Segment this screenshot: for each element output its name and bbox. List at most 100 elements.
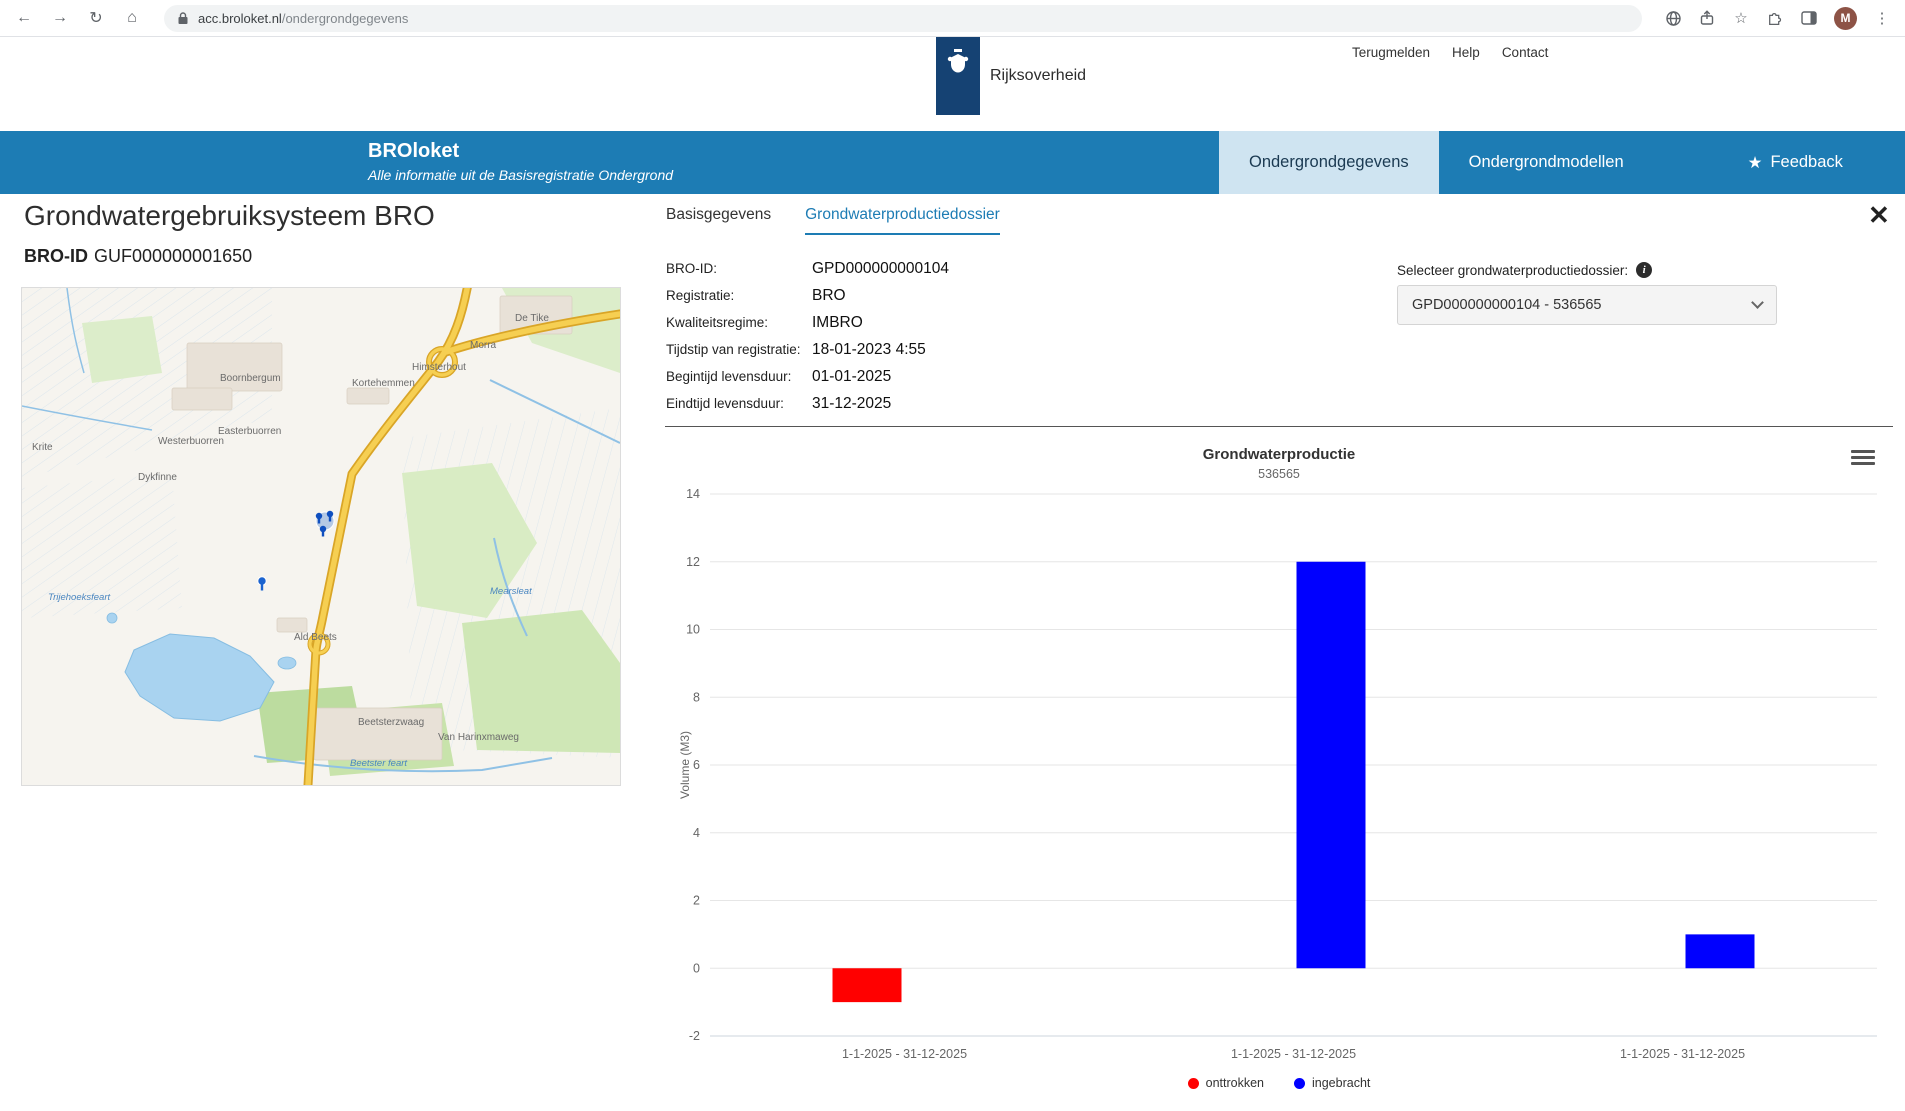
nav-item-label: Ondergrondmodellen <box>1469 153 1624 172</box>
browser-actions: ☆ M ⋮ <box>1664 7 1891 30</box>
extensions-icon[interactable] <box>1766 9 1784 27</box>
map-village-aldbeets <box>277 618 307 632</box>
map-village-kortehemmen <box>347 388 389 404</box>
nav-item-ondergrondmodellen[interactable]: Ondergrondmodellen <box>1439 131 1654 194</box>
field-row: BRO-ID: GPD000000000104 <box>666 255 949 282</box>
field-row: Tijdstip van registratie: 18-01-2023 4:5… <box>666 336 949 363</box>
field-value: IMBRO <box>812 314 863 332</box>
close-icon[interactable]: ✕ <box>1868 200 1890 231</box>
browser-menu-icon[interactable]: ⋮ <box>1873 9 1891 27</box>
y-tick-label: 0 <box>693 961 700 975</box>
map-pond <box>107 613 117 623</box>
field-label: Eindtijd levensduur: <box>666 396 812 411</box>
nav-item-ondergrondgegevens[interactable]: Ondergrondgegevens <box>1219 131 1439 194</box>
star-icon: ★ <box>1748 153 1763 173</box>
detail-fields: BRO-ID: GPD000000000104 Registratie: BRO… <box>666 255 949 417</box>
url-bar[interactable]: acc.broloket.nl/ondergrondgegevens <box>164 5 1642 32</box>
field-row: Kwaliteitsregime: IMBRO <box>666 309 949 336</box>
bro-id-label: BRO-ID <box>24 246 88 266</box>
rijksoverheid-wordmark: Rijksoverheid <box>990 67 1086 85</box>
legend-item-onttrokken[interactable]: onttrokken <box>1188 1076 1264 1090</box>
tab-grondwaterproductiedossier[interactable]: Grondwaterproductiedossier <box>805 206 1000 235</box>
field-value: BRO <box>812 287 846 305</box>
field-label: Kwaliteitsregime: <box>666 315 812 330</box>
bar-onttrokken[interactable] <box>833 968 902 1002</box>
field-label: Begintijd levensduur: <box>666 369 812 384</box>
dossier-select-value: GPD000000000104 - 536565 <box>1412 297 1601 313</box>
legend-item-ingebracht[interactable]: ingebracht <box>1294 1076 1370 1090</box>
field-row: Eindtijd levensduur: 31-12-2025 <box>666 390 949 417</box>
reload-icon[interactable]: ↻ <box>86 8 106 28</box>
site-header: Rijksoverheid Terugmelden Help Contact <box>0 37 1905 131</box>
nav-item-label: Ondergrondgegevens <box>1249 153 1409 172</box>
header-links: Terugmelden Help Contact <box>1352 45 1548 60</box>
brand-block[interactable]: BROloket Alle informatie uit de Basisreg… <box>368 140 673 183</box>
url-domain: acc.broloket.nl <box>198 11 282 26</box>
header-link-contact[interactable]: Contact <box>1502 45 1549 60</box>
info-icon[interactable]: i <box>1636 262 1652 278</box>
dossier-select-label: Selecteer grondwaterproductiedossier: i <box>1397 262 1652 278</box>
map-pond <box>278 657 296 669</box>
header-link-help[interactable]: Help <box>1452 45 1480 60</box>
rijksoverheid-logo <box>936 37 980 115</box>
forward-icon[interactable]: → <box>50 9 70 27</box>
url-path: /ondergrondgegevens <box>282 11 409 26</box>
map-village-beetsterzwaag <box>314 708 442 760</box>
map-label-water: Beetster feart <box>350 758 407 769</box>
panel-divider <box>665 426 1893 427</box>
nav-item-feedback[interactable]: ★ Feedback <box>1718 131 1873 194</box>
y-tick-label: 10 <box>686 623 700 637</box>
chart-export-menu-icon[interactable] <box>1851 450 1875 470</box>
bro-id-value: GUF000000001650 <box>94 246 252 266</box>
brand-tagline: Alle informatie uit de Basisregistratie … <box>368 167 673 183</box>
tab-basisgegevens[interactable]: Basisgegevens <box>666 206 771 235</box>
chart-legend: onttrokken ingebracht <box>665 1076 1893 1090</box>
map-canvas: De TikeMorraHimsterhoutKortehemmenBoornb… <box>22 288 620 785</box>
rijksoverheid-crest-icon <box>945 47 971 87</box>
legend-label: ingebracht <box>1312 1076 1370 1090</box>
map-label-place: Krite <box>32 442 53 453</box>
grondwaterproductie-chart: -2024681012141-1-2025 - 31-12-20251-1-20… <box>665 440 1893 1105</box>
map-label-place: Ald Beets <box>294 632 337 643</box>
y-tick-label: 4 <box>693 826 700 840</box>
map-label-place: Morra <box>470 340 497 351</box>
chart-canvas: -2024681012141-1-2025 - 31-12-20251-1-20… <box>665 440 1893 1105</box>
url-text: acc.broloket.nl/ondergrondgegevens <box>198 11 408 26</box>
field-value: GPD000000000104 <box>812 260 949 278</box>
map-label-place: Westerbuorren <box>158 436 224 447</box>
field-value: 31-12-2025 <box>812 395 891 413</box>
header-link-terugmelden[interactable]: Terugmelden <box>1352 45 1430 60</box>
field-label: Registratie: <box>666 288 812 303</box>
share-icon[interactable] <box>1698 9 1716 27</box>
map-village <box>172 388 232 410</box>
dossier-select-label-text: Selecteer grondwaterproductiedossier: <box>1397 263 1628 278</box>
map-label-water: Mearsleat <box>490 586 532 597</box>
field-row: Registratie: BRO <box>666 282 949 309</box>
y-tick-label: 12 <box>686 555 700 569</box>
bookmark-star-icon[interactable]: ☆ <box>1732 9 1750 27</box>
profile-avatar[interactable]: M <box>1834 7 1857 30</box>
map-label-water: Trijehoeksfeart <box>48 592 110 603</box>
x-category-label: 1-1-2025 - 31-12-2025 <box>1231 1047 1356 1061</box>
lock-icon <box>177 11 189 25</box>
dossier-select-dropdown[interactable]: GPD000000000104 - 536565 <box>1397 285 1777 325</box>
back-icon[interactable]: ← <box>14 9 34 27</box>
y-tick-label: -2 <box>689 1029 700 1043</box>
y-axis-title: Volume (M3) <box>678 731 692 799</box>
x-category-label: 1-1-2025 - 31-12-2025 <box>842 1047 967 1061</box>
map-label-place: Dykfinne <box>138 472 177 483</box>
browser-toolbar: ← → ↻ ⌂ acc.broloket.nl/ondergrondgegeve… <box>0 0 1905 37</box>
bar-ingebracht[interactable] <box>1686 934 1755 968</box>
field-row: Begintijd levensduur: 01-01-2025 <box>666 363 949 390</box>
home-icon[interactable]: ⌂ <box>122 9 142 27</box>
translate-icon[interactable] <box>1664 9 1682 27</box>
screen: ← → ↻ ⌂ acc.broloket.nl/ondergrondgegeve… <box>0 0 1905 1111</box>
map-label-place: Himsterhout <box>412 362 466 373</box>
map-label-place: Boornbergum <box>220 373 281 384</box>
x-category-label: 1-1-2025 - 31-12-2025 <box>1620 1047 1745 1061</box>
bar-ingebracht[interactable] <box>1297 562 1366 969</box>
y-tick-label: 6 <box>693 758 700 772</box>
location-map[interactable]: De TikeMorraHimsterhoutKortehemmenBoornb… <box>22 288 620 785</box>
map-label-place: De Tike <box>515 313 549 324</box>
sidepanel-icon[interactable] <box>1800 9 1818 27</box>
